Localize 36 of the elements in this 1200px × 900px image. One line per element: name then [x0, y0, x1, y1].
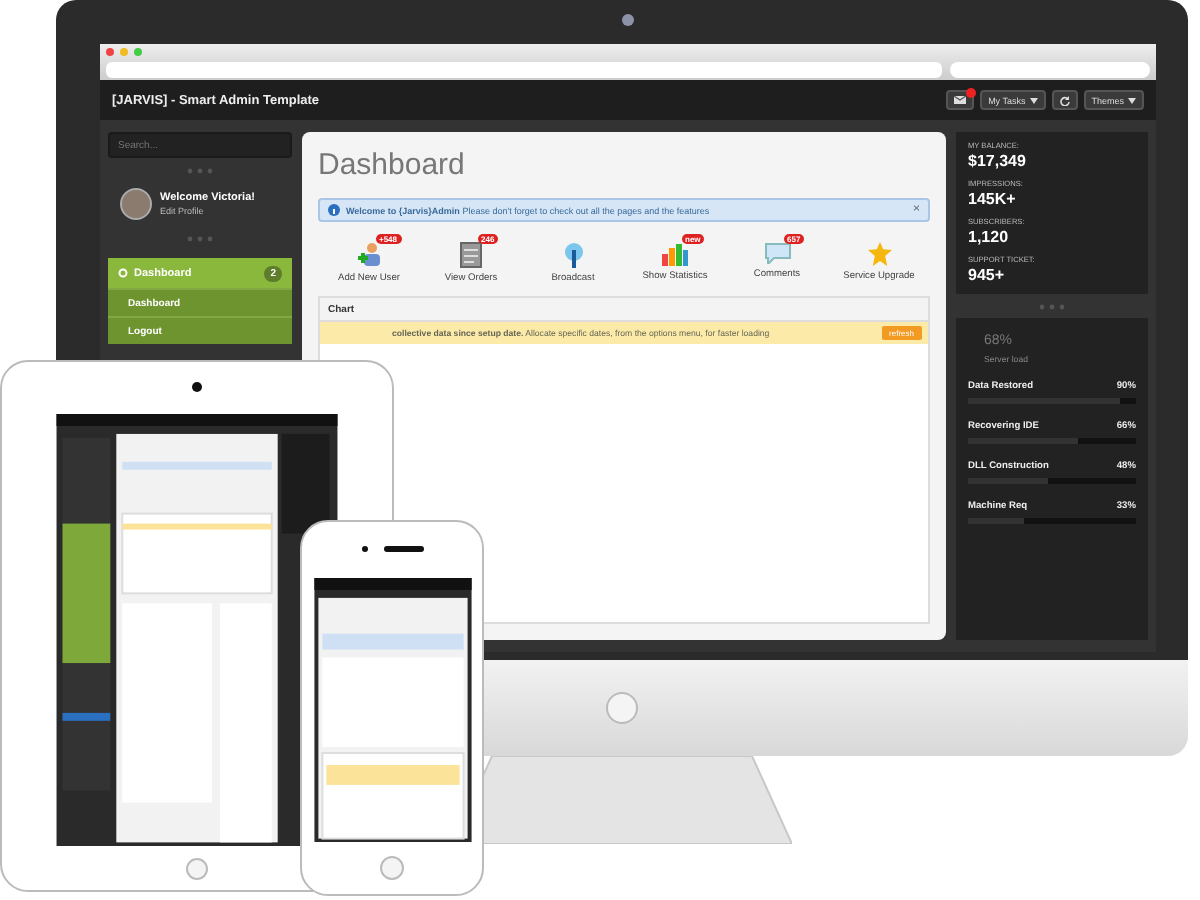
stat-value: 1,120: [968, 228, 1011, 246]
close-dot-icon[interactable]: [106, 48, 114, 56]
stat-value: 945+: [968, 266, 1007, 284]
maximize-dot-icon[interactable]: [134, 48, 142, 56]
info-icon: [328, 204, 340, 216]
speech-bubble-icon: [763, 242, 791, 264]
caret-icon: [1029, 97, 1038, 103]
gear-icon: [118, 268, 128, 278]
power-button-icon[interactable]: [606, 692, 638, 724]
stat-value: $17,349: [968, 152, 1028, 170]
star-badge-icon: [867, 242, 891, 266]
mail-button[interactable]: [946, 90, 975, 110]
divider-dots-icon: [186, 235, 214, 241]
home-button-icon[interactable]: [380, 856, 404, 881]
document-icon: [460, 242, 482, 268]
page-title: Dashboard: [318, 148, 467, 182]
microphone-icon: [563, 242, 583, 268]
bar-chart-icon: [662, 242, 688, 266]
minimize-dot-icon[interactable]: [120, 48, 128, 56]
stat-value: 145K+: [968, 190, 1018, 208]
user-add-icon: [355, 242, 383, 268]
notification-dot: [966, 88, 977, 98]
address-field[interactable]: [106, 61, 942, 77]
divider-dots-icon: [186, 167, 214, 173]
mail-icon: [954, 96, 967, 104]
camera-icon: [192, 382, 202, 393]
camera-icon: [361, 546, 367, 553]
camera-icon: [622, 14, 634, 26]
home-button-icon[interactable]: [186, 857, 208, 880]
avatar: [120, 188, 152, 220]
refresh-button[interactable]: [1051, 90, 1078, 110]
divider-dots-icon: [1038, 303, 1066, 309]
refresh-icon: [1059, 95, 1070, 105]
search-field[interactable]: [950, 61, 1150, 77]
caret-icon: [1128, 97, 1136, 103]
speaker-icon: [383, 546, 423, 553]
